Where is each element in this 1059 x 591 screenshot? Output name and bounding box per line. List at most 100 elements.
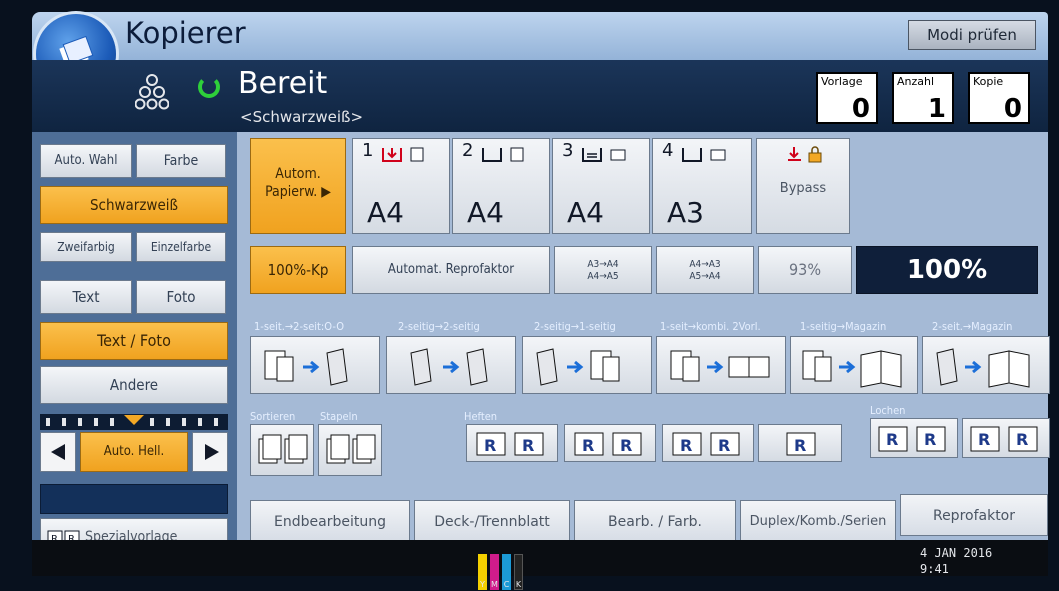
duplex-1to2-button[interactable] — [250, 336, 380, 394]
staple-icon: R R — [476, 432, 544, 456]
punch-2-holes-button[interactable]: R R — [870, 418, 958, 458]
stack-button[interactable] — [318, 424, 382, 476]
date-time: 4 JAN 2016 9:41 — [920, 545, 992, 577]
color-mode-status: <Schwarzweiß> — [240, 108, 364, 126]
ymck-letter: Y — [480, 580, 485, 589]
tray-2-button[interactable]: 2 A4 — [452, 138, 550, 234]
text-photo-mode-button[interactable]: Text / Foto — [40, 322, 228, 360]
preset-enlarge-button[interactable]: A4→A3 A5→A4 — [656, 246, 754, 294]
ymck-letter: K — [515, 580, 522, 589]
tray-1-button[interactable]: 1 A4 — [352, 138, 450, 234]
preset-line: A4→A3 — [689, 259, 721, 270]
svg-text:R: R — [582, 436, 594, 455]
empty-slot — [40, 484, 228, 514]
tray-number: 4 — [662, 140, 674, 161]
preset-line: A5→A4 — [689, 271, 721, 282]
staple-top-right-button[interactable]: R R — [564, 424, 656, 462]
auto-paper-label: Autom. Papierw. — [265, 166, 321, 200]
text-mode-button[interactable]: Text — [40, 280, 132, 314]
tray-paper-size: A3 — [667, 196, 704, 229]
duplex-2to2-icon — [410, 348, 488, 386]
two-color-button[interactable]: Zweifarbig — [40, 232, 132, 262]
tab-finishing[interactable]: Endbearbeitung — [250, 500, 410, 542]
staple-top-left-button[interactable]: R R — [466, 424, 558, 462]
duplex-2to2-button[interactable] — [386, 336, 516, 394]
auto-paper-select-button[interactable]: Autom. Papierw. ▶ — [250, 138, 346, 234]
tray-paper-icon — [382, 147, 424, 162]
bypass-label: Bypass — [779, 181, 827, 196]
auto-reduce-enlarge-button[interactable]: Automat. Reprofaktor — [352, 246, 550, 294]
other-mode-button[interactable]: Andere — [40, 366, 228, 404]
single-color-button[interactable]: Einzelfarbe — [136, 232, 226, 262]
duplex-label: 1-seit→kombi. 2Vorl. — [660, 320, 761, 333]
punch-4-holes-button[interactable]: R R — [962, 418, 1050, 458]
sort-button[interactable] — [250, 424, 314, 476]
tray-3-button[interactable]: 3 A4 — [552, 138, 650, 234]
duplex-2to1-icon — [536, 348, 620, 386]
staple-icon: R — [786, 432, 816, 456]
one-sided-booklet-button[interactable] — [790, 336, 918, 394]
tray-paper-icon — [482, 147, 524, 162]
duplex-label: 1-seit.→2-seit:O-O — [254, 320, 345, 333]
svg-text:R: R — [794, 436, 806, 455]
sort-label: Sortieren — [250, 410, 296, 423]
booklet-icon — [936, 348, 1030, 388]
tray-paper-size: A4 — [367, 196, 404, 229]
staple-icon: R R — [672, 432, 740, 456]
app-title: Kopierer — [125, 16, 246, 50]
photo-mode-button[interactable]: Foto — [136, 280, 226, 314]
tab-cover-divider[interactable]: Deck-/Trennblatt — [414, 500, 570, 542]
full-size-copy-button[interactable]: 100%-Kp — [250, 246, 346, 294]
preset-93-button[interactable]: 93% — [758, 246, 852, 294]
svg-text:R: R — [1016, 430, 1028, 449]
auto-density-button[interactable]: Auto. Hell. — [80, 432, 188, 472]
two-sided-booklet-button[interactable] — [922, 336, 1050, 394]
svg-text:R: R — [718, 436, 730, 455]
color-button[interactable]: Farbe — [136, 144, 226, 178]
machine-status: Bereit — [238, 66, 328, 101]
duplex-label: 2-seit.→Magazin — [932, 320, 1013, 333]
punch-label: Lochen — [870, 404, 906, 417]
duplex-2to1-button[interactable] — [522, 336, 652, 394]
auto-color-button[interactable]: Auto. Wahl — [40, 144, 132, 178]
stack-label: Stapeln — [320, 410, 358, 423]
tab-reduce-enlarge[interactable]: Reprofaktor — [900, 494, 1048, 536]
svg-text:R: R — [680, 436, 692, 455]
date: 4 JAN 2016 — [920, 546, 993, 560]
ymck-letter: M — [491, 580, 498, 589]
punch-icon: R R — [970, 426, 1038, 452]
svg-text:R: R — [978, 430, 990, 449]
density-lighter-button[interactable] — [40, 432, 76, 472]
svg-text:R: R — [620, 436, 632, 455]
current-ratio-display: 100% — [856, 246, 1038, 294]
staple-two-left-button[interactable]: R R — [662, 424, 754, 462]
counter-label: Vorlage — [821, 75, 863, 88]
tray-number: 2 — [462, 140, 474, 161]
tray-number: 3 — [562, 140, 574, 161]
duplex-label: 2-seitig→1-seitig — [534, 320, 616, 333]
tray-4-button[interactable]: 4 A3 — [652, 138, 752, 234]
counter-label: Kopie — [973, 75, 1004, 88]
svg-text:R: R — [522, 436, 534, 455]
check-modes-button[interactable]: Modi prüfen — [908, 20, 1036, 50]
quantity-counter: Anzahl 1 — [892, 72, 954, 124]
density-darker-button[interactable] — [192, 432, 228, 472]
tab-edit-color[interactable]: Bearb. / Farb. — [574, 500, 736, 542]
preset-reduce-button[interactable]: A3→A4 A4→A5 — [554, 246, 652, 294]
preset-line: A3→A4 — [587, 259, 619, 270]
punch-icon: R R — [878, 426, 946, 452]
black-white-button[interactable]: Schwarzweiß — [40, 186, 228, 224]
bypass-tray-button[interactable]: Bypass — [756, 138, 850, 234]
ymck-labels: Y M C K — [478, 580, 524, 591]
duplex-label: 1-seitig→Magazin — [800, 320, 887, 333]
preset-line: A4→A5 — [587, 271, 619, 282]
ready-indicator-icon — [198, 76, 220, 98]
tab-duplex-combine-series[interactable]: Duplex/Komb./Serien — [740, 500, 896, 542]
combine-2originals-button[interactable] — [656, 336, 786, 394]
bypass-lock-icon — [788, 146, 822, 163]
combine-icon — [670, 350, 770, 382]
ymck-letter: C — [503, 580, 510, 589]
time: 9:41 — [920, 562, 949, 576]
svg-text:R: R — [924, 430, 936, 449]
staple-center-button[interactable]: R — [758, 424, 842, 462]
